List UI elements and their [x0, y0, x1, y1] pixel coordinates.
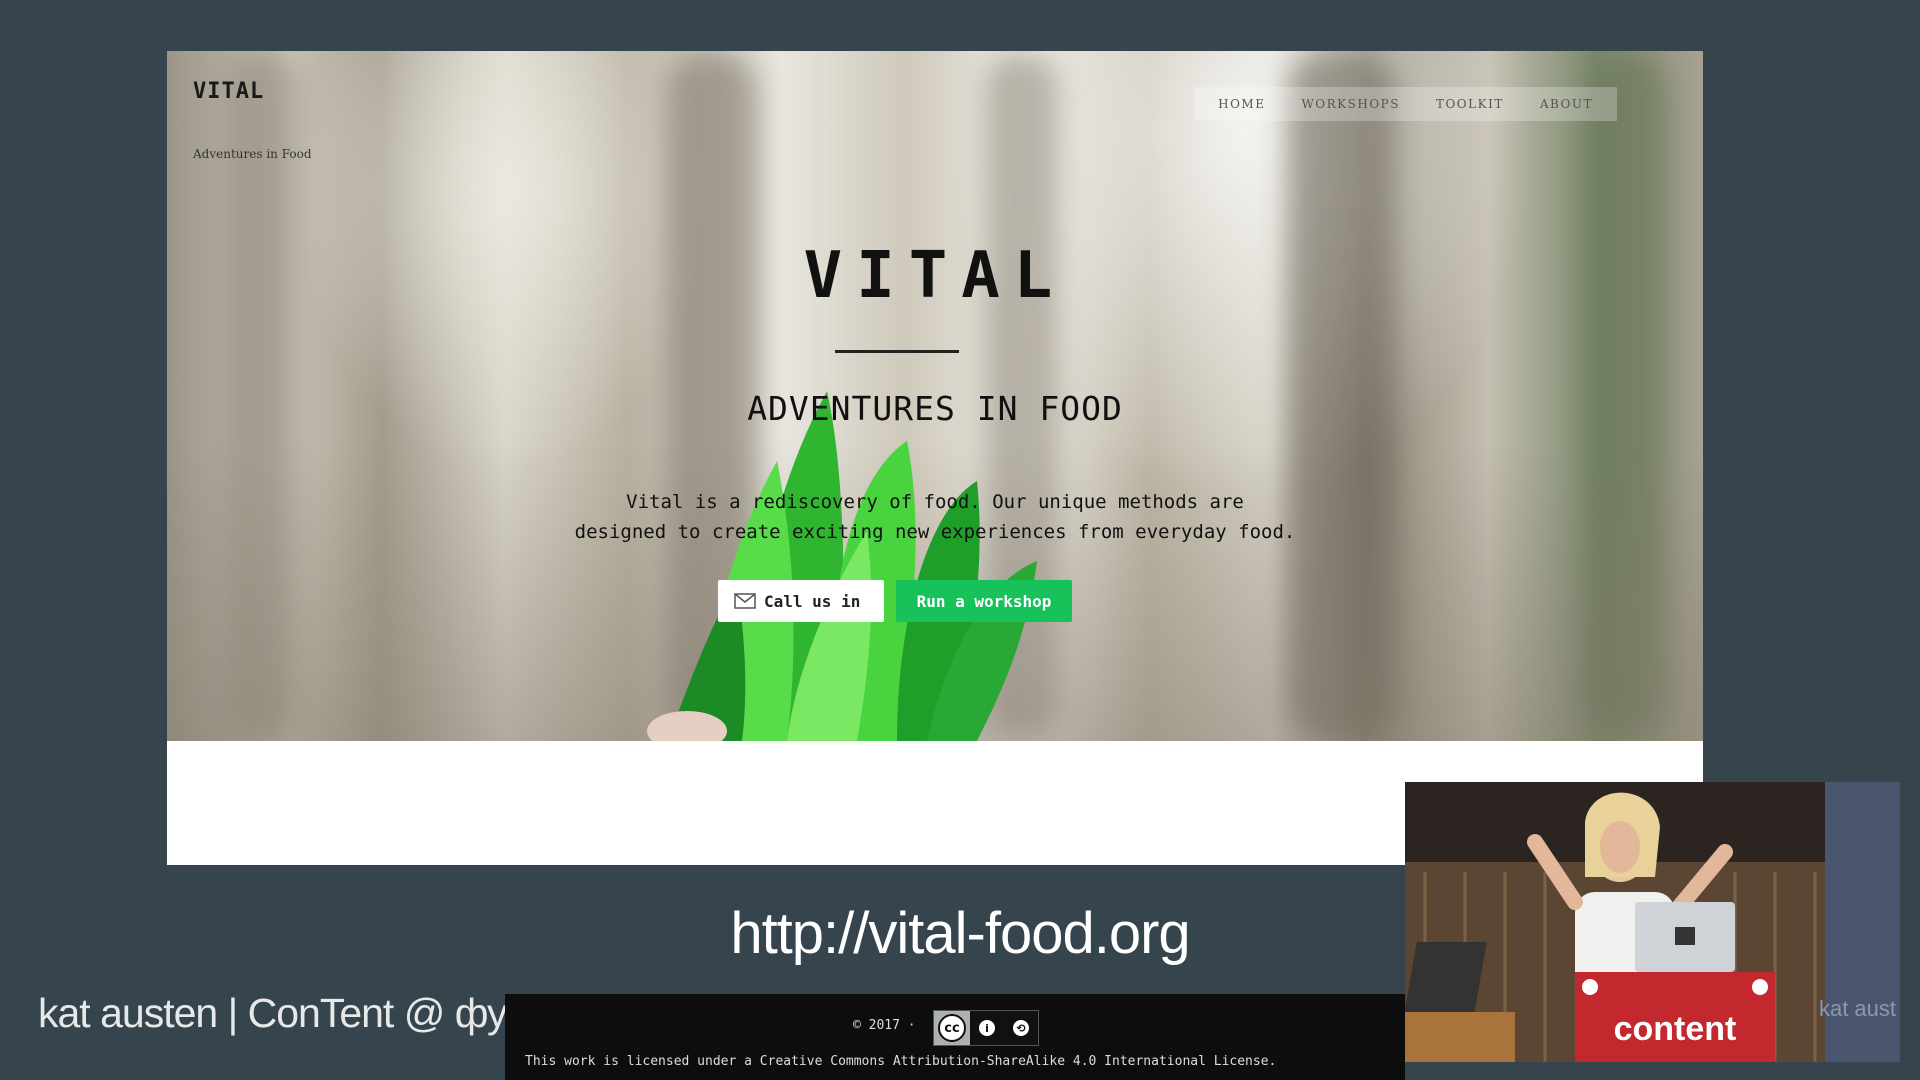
call-us-in-button[interactable]: Call us in [718, 580, 884, 622]
attribution-icon: i [977, 1018, 997, 1038]
hero-buttons: Call us in Run a workshop [718, 580, 1072, 622]
hero-description: Vital is a rediscovery of food. Our uniq… [435, 487, 1435, 547]
call-us-in-label: Call us in [764, 591, 861, 611]
run-workshop-button[interactable]: Run a workshop [896, 580, 1072, 622]
license-text: This work is licensed under a Creative C… [525, 1054, 1277, 1069]
nav-toolkit[interactable]: TOOLKIT [1436, 97, 1504, 111]
cc-license-badge[interactable]: cc i ⟲ [933, 1010, 1039, 1046]
hero-title: VITAL [803, 239, 1067, 313]
nav-about[interactable]: ABOUT [1540, 97, 1593, 111]
hero-divider [835, 350, 959, 353]
video-side-caption: kat aust [1818, 996, 1896, 1021]
description-line: designed to create exciting new experien… [574, 521, 1296, 543]
hero-subtitle: ADVENTURES IN FOOD [747, 389, 1123, 428]
site-nav: HOME WORKSHOPS TOOLKIT ABOUT [1194, 87, 1617, 121]
site-logo[interactable]: VITAL [193, 79, 264, 104]
nav-workshops[interactable]: WORKSHOPS [1301, 97, 1400, 111]
site-tagline: Adventures in Food [193, 147, 312, 161]
description-line: Vital is a rediscovery of food. Our uniq… [626, 491, 1244, 513]
run-workshop-label: Run a workshop [916, 591, 1052, 611]
license-footer: © 2017 · cc i ⟲ This work is licensed un… [505, 994, 1405, 1080]
share-alike-icon: ⟲ [1011, 1018, 1031, 1038]
cc-icon: cc [938, 1014, 966, 1042]
speaker-video: content kat aust [1405, 782, 1900, 1062]
envelope-icon [734, 593, 756, 609]
website-screenshot: VITAL Adventures in Food HOME WORKSHOPS … [167, 51, 1703, 865]
copyright-year: © 2017 · [853, 1018, 916, 1033]
cc-badge-icons: i ⟲ [970, 1011, 1038, 1045]
stage-sign: content [1614, 1010, 1737, 1048]
nav-home[interactable]: HOME [1218, 97, 1265, 111]
